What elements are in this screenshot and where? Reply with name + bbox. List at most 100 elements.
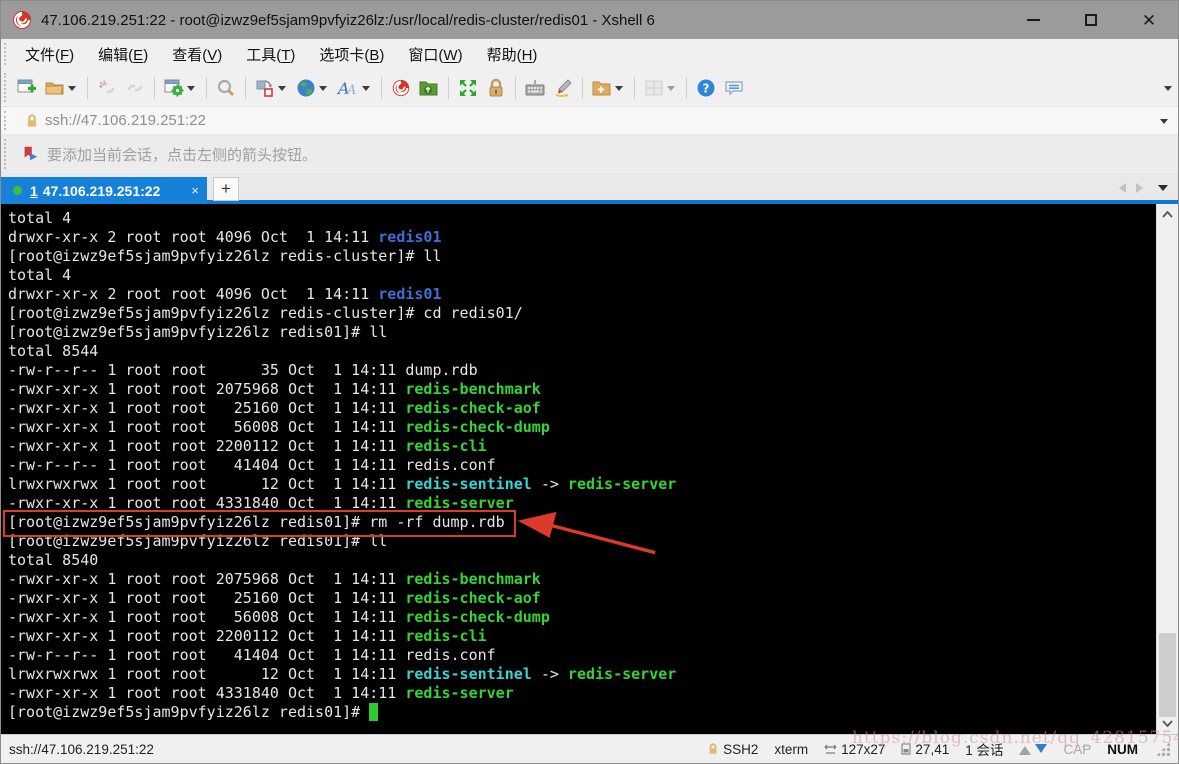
status-term-type[interactable]: xterm [774, 742, 808, 757]
status-caps-lock: CAP [1063, 742, 1091, 757]
terminal-line: [root@izwz9ef5sjam9pvfyiz26lz redis01]# … [8, 532, 1156, 551]
menu-item-w[interactable]: 窗口(W) [396, 40, 474, 69]
menu-bar-items: 文件(F)编辑(E)查看(V)工具(T)选项卡(B)窗口(W)帮助(H) [13, 40, 549, 69]
cursor-pos-icon [901, 743, 911, 755]
font-icon[interactable]: AA [333, 73, 376, 103]
address-grip[interactable] [4, 111, 11, 130]
toolbar-separator [206, 77, 207, 99]
layout-dropdown-icon [667, 86, 675, 95]
help-icon[interactable]: ? [692, 73, 720, 103]
feedback-icon[interactable] [720, 73, 748, 103]
menu-item-e[interactable]: 编辑(E) [86, 40, 160, 69]
session-down-icon[interactable] [1035, 744, 1047, 759]
tab-list-dropdown-icon[interactable] [1158, 185, 1168, 196]
terminal-line: -rwxr-xr-x 1 root root 4331840 Oct 1 14:… [8, 684, 1156, 703]
svg-text:A: A [346, 83, 356, 98]
resize-arrows-icon [824, 744, 837, 755]
xshell-icon[interactable] [387, 73, 415, 103]
terminal-line: [root@izwz9ef5sjam9pvfyiz26lz redis01]# … [8, 323, 1156, 342]
toolbar-separator [87, 77, 88, 99]
terminal-line: -rwxr-xr-x 1 root root 2075968 Oct 1 14:… [8, 570, 1156, 589]
compose-dropdown-icon[interactable] [278, 86, 286, 95]
scrollbar-thumb[interactable] [1159, 633, 1176, 717]
close-icon: ✕ [1142, 12, 1156, 29]
session-up-icon[interactable] [1019, 740, 1031, 755]
toolbar-separator [381, 77, 382, 99]
toolbar-separator [515, 77, 516, 99]
web-browser-icon[interactable] [292, 73, 333, 103]
tab-session[interactable]: 1 47.106.219.251:22 × [1, 177, 207, 204]
window-resize-grip[interactable] [1156, 742, 1170, 756]
highlight-icon[interactable] [549, 73, 577, 103]
session-properties-dropdown-icon[interactable] [187, 86, 195, 95]
terminal-line: -rw-r--r-- 1 root root 35 Oct 1 14:11 du… [8, 361, 1156, 380]
status-size-label: 127x27 [841, 742, 885, 757]
toolbar-separator [582, 77, 583, 99]
new-folder-icon[interactable] [588, 73, 629, 103]
menu-item-v[interactable]: 查看(V) [160, 40, 234, 69]
menu-item-b[interactable]: 选项卡(B) [307, 40, 396, 69]
notice-bar: 要添加当前会话，点击左侧的箭头按钮。 [1, 135, 1178, 173]
terminal-line: -rwxr-xr-x 1 root root 56008 Oct 1 14:11… [8, 608, 1156, 627]
terminal-line: -rw-r--r-- 1 root root 41404 Oct 1 14:11… [8, 646, 1156, 665]
open-session-dropdown-icon[interactable] [68, 86, 76, 95]
terminal-output: total 4drwxr-xr-x 2 root root 4096 Oct 1… [8, 209, 1156, 722]
new-folder-dropdown-icon[interactable] [615, 86, 623, 95]
terminal-line: -rwxr-xr-x 1 root root 25160 Oct 1 14:11… [8, 399, 1156, 418]
new-session-icon[interactable] [13, 73, 41, 103]
find-icon[interactable] [212, 73, 240, 103]
minimize-button[interactable] [1004, 1, 1062, 39]
notice-grip[interactable] [4, 139, 11, 169]
menu-item-f[interactable]: 文件(F) [13, 40, 86, 69]
compose-icon[interactable] [251, 73, 292, 103]
lock-icon[interactable] [482, 73, 510, 103]
open-session-icon[interactable] [41, 73, 82, 103]
tab-label: 47.106.219.251:22 [43, 183, 186, 199]
xftp-icon[interactable] [415, 73, 443, 103]
toolbar-overflow-icon[interactable] [1164, 86, 1172, 95]
scroll-up-icon[interactable] [1157, 206, 1178, 223]
address-url[interactable]: ssh://47.106.219.251:22 [45, 112, 1157, 129]
svg-text:?: ? [703, 81, 710, 95]
web-browser-dropdown-icon[interactable] [319, 86, 327, 95]
maximize-button[interactable] [1062, 1, 1120, 39]
layout-icon [640, 73, 681, 103]
terminal-scrollbar[interactable] [1156, 204, 1178, 734]
font-dropdown-icon[interactable] [362, 86, 370, 95]
reconnect-icon [121, 73, 149, 103]
address-bar: ssh://47.106.219.251:22 [1, 107, 1178, 135]
terminal-line: total 8540 [8, 551, 1156, 570]
menu-item-h[interactable]: 帮助(H) [475, 40, 550, 69]
toolbar: AA [1, 69, 1178, 107]
terminal-line: [root@izwz9ef5sjam9pvfyiz26lz redis01]# … [8, 513, 1156, 532]
tab-scroll-right-icon[interactable] [1136, 183, 1148, 193]
status-protocol-label: SSH2 [723, 742, 758, 757]
terminal-line: total 4 [8, 266, 1156, 285]
fullscreen-icon[interactable] [454, 73, 482, 103]
status-sessions[interactable]: 1 会话 [965, 739, 1003, 759]
terminal-line: total 4 [8, 209, 1156, 228]
toolbar-separator [634, 77, 635, 99]
session-properties-icon[interactable] [160, 73, 201, 103]
menu-item-t[interactable]: 工具(T) [234, 40, 307, 69]
address-dropdown-icon[interactable] [1160, 119, 1168, 128]
status-num-lock: NUM [1107, 742, 1138, 757]
status-cursor-pos-label: 27,41 [915, 742, 949, 757]
terminal-line: lrwxrwxrwx 1 root root 12 Oct 1 14:11 re… [8, 665, 1156, 684]
tab-close-icon[interactable]: × [191, 183, 199, 198]
toolbar-grip[interactable] [4, 73, 11, 102]
new-tab-button[interactable]: + [213, 177, 239, 201]
terminal-line: [root@izwz9ef5sjam9pvfyiz26lz redis-clus… [8, 304, 1156, 323]
virtual-keyboard-icon[interactable] [521, 73, 549, 103]
scroll-down-icon[interactable] [1157, 715, 1178, 732]
bookmark-flag-icon [21, 145, 39, 163]
terminal-line: -rwxr-xr-x 1 root root 2200112 Oct 1 14:… [8, 437, 1156, 456]
title-bar: 47.106.219.251:22 - root@izwz9ef5sjam9pv… [1, 1, 1178, 39]
terminal-line: -rw-r--r-- 1 root root 41404 Oct 1 14:11… [8, 456, 1156, 475]
terminal[interactable]: total 4drwxr-xr-x 2 root root 4096 Oct 1… [1, 204, 1156, 734]
tab-scroll-left-icon[interactable] [1114, 183, 1126, 193]
terminal-line: [root@izwz9ef5sjam9pvfyiz26lz redis01]# [8, 703, 1156, 722]
status-url: ssh://47.106.219.251:22 [9, 742, 691, 757]
menu-grip[interactable] [4, 43, 11, 65]
close-button[interactable]: ✕ [1120, 1, 1178, 39]
